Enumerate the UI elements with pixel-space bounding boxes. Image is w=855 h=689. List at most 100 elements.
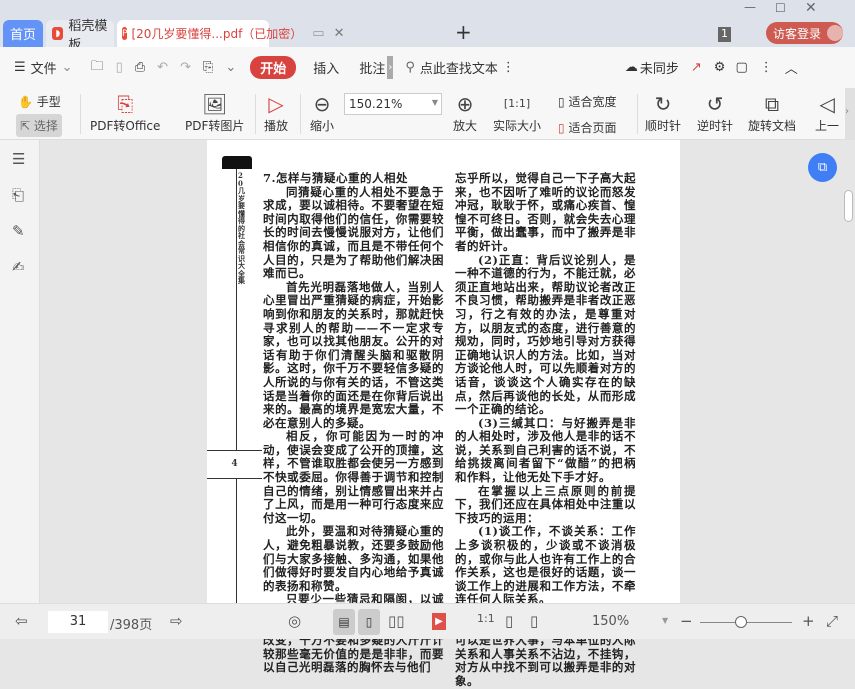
rotate-cw-icon: ↻ xyxy=(654,92,672,116)
fit-page-icon[interactable]: ▯ xyxy=(505,612,513,630)
maximize-button[interactable]: ☐ xyxy=(775,1,786,15)
prev-page-icon[interactable]: ⇦ xyxy=(15,612,28,630)
pdf-to-office-button[interactable]: ⎘ PDF转Office xyxy=(90,91,160,134)
vertical-scrollbar[interactable] xyxy=(844,190,853,222)
ribbon-scroll-right[interactable]: › xyxy=(845,88,855,140)
label: 缩小 xyxy=(310,119,335,133)
two-page-view-icon[interactable]: ▯▯ xyxy=(388,612,405,630)
new-tab-button[interactable]: + xyxy=(455,20,472,44)
pdf-to-image-button[interactable]: 🖼 PDF转图片 xyxy=(185,91,244,134)
ribbon: ✋ 手型 ⇱ 选择 ⎘ PDF转Office 🖼 PDF转图片 ▷ 播放 ⊖ 缩小 15… xyxy=(0,88,855,140)
cloud-icon[interactable]: ☁ xyxy=(625,60,638,75)
signature-icon[interactable]: ✍ xyxy=(12,258,25,276)
play-button[interactable]: ▷ 播放 xyxy=(264,91,288,134)
tab-start[interactable]: 开始 xyxy=(250,56,297,79)
tab-templates[interactable]: ◗ 稻壳模板 xyxy=(46,19,114,53)
page-input[interactable]: 31 xyxy=(48,611,108,633)
paragraph: 同猜疑心重的人相处不要急于求成，要以诚相待。不要奢望在短时间内取得他们的信任，你… xyxy=(263,184,444,281)
tab-home[interactable]: 首页 xyxy=(3,20,43,47)
single-page-view-button[interactable]: ▤ xyxy=(333,609,355,635)
sync-status[interactable]: 未同步 xyxy=(640,58,679,77)
next-page-icon[interactable]: ⇨ xyxy=(170,612,183,630)
more-quick-icon[interactable]: ⌄ xyxy=(225,60,236,75)
rotate-cw-button[interactable]: ↻ 顺时针 xyxy=(645,91,681,134)
zoom-level[interactable]: 150% xyxy=(592,614,629,629)
zoom-in-button[interactable]: ⊕ 放大 xyxy=(453,91,477,134)
paragraph: (2)正直：背后议论别人，是一种不道德的行为，不能迁就，必须正直地站出来，帮助议… xyxy=(455,252,636,417)
pin-icon[interactable]: ▭ xyxy=(312,26,324,41)
chevron-down-icon[interactable]: ⌄ xyxy=(62,60,73,75)
rotate-doc-button[interactable]: ⧉ 旋转文档 xyxy=(748,91,796,134)
zoom-value: 150.21% xyxy=(349,97,403,111)
window-count-badge[interactable]: 1 xyxy=(718,27,731,42)
pdf-page: 20几岁要懂得的社会常识大全集 4 7.怎样与猜疑心重的人相处 同猜疑心重的人相… xyxy=(207,140,680,688)
more-vert-icon[interactable]: ⋮ xyxy=(760,60,773,75)
prev-page-button[interactable]: ◁ 上一 xyxy=(815,91,839,134)
play-slideshow-button[interactable]: ▶ xyxy=(432,613,446,630)
fit-width-button[interactable]: ▯ 适合宽度 xyxy=(558,93,616,110)
tab-bar: 首页 ◗ 稻壳模板 P [20几岁要懂得...pdf（已加密） ▭ ✕ + 1 访客登录… xyxy=(0,0,855,53)
comment-icon[interactable]: ▢ xyxy=(735,60,747,75)
tab-insert[interactable]: 插入 xyxy=(313,58,339,77)
select-tool[interactable]: ⇱ 选择 xyxy=(16,114,62,137)
export-icon[interactable]: ⎘ xyxy=(203,60,213,75)
hand-tool[interactable]: ✋ 手型 xyxy=(18,93,61,110)
page-number: 4 xyxy=(231,459,238,469)
file-menu[interactable]: 文件 xyxy=(31,58,57,77)
image-icon: 🖼 xyxy=(202,92,228,116)
share-icon[interactable]: ↗ xyxy=(691,60,702,75)
label: 顺时针 xyxy=(645,119,682,133)
login-button[interactable]: 访客登录 xyxy=(766,22,843,44)
paragraph: (1)谈工作，不谈关系：工作上多谈积极的，少谈或不谈消极的，或你与此人也许有工作… xyxy=(455,524,636,607)
fit-width-icon: ▯ xyxy=(558,95,565,109)
docer-icon: ◗ xyxy=(52,27,64,40)
floating-translate-button[interactable]: ⧉ xyxy=(808,153,837,182)
label: 播放 xyxy=(264,119,289,133)
minimize-button[interactable]: — xyxy=(744,0,756,14)
annotation-icon[interactable]: ✎ xyxy=(12,222,25,240)
fit-page-icon: ▯ xyxy=(558,121,565,135)
continuous-view-button[interactable]: ▯ xyxy=(358,609,380,635)
fit-page-button[interactable]: ▯ 适合页面 xyxy=(558,119,616,136)
actual-size-icon[interactable]: 1:1 xyxy=(477,612,495,625)
zoom-out-button[interactable]: ⊖ 缩小 xyxy=(310,91,334,134)
status-bar: ⇦ 31 /398页 ⇨ ◎ ▤ ▯ ▯▯ ▶ 1:1 ▯ ▯ 150% ▼ −… xyxy=(0,603,855,639)
tab-document[interactable]: P [20几岁要懂得...pdf（已加密） ▭ ✕ xyxy=(117,20,345,47)
collapse-icon[interactable]: ︿ xyxy=(785,58,798,77)
zoom-dropdown-icon[interactable]: ▼ xyxy=(662,616,668,625)
redo-icon[interactable]: ↷ xyxy=(180,60,191,75)
close-window-button[interactable]: ✕ xyxy=(805,0,817,16)
zoom-select[interactable]: 150.21% ▼ xyxy=(344,93,442,115)
close-tab-icon[interactable]: ✕ xyxy=(334,26,345,41)
fullscreen-icon[interactable]: ⤢ xyxy=(826,612,838,630)
left-sidebar: ☰ ⎗ ✎ ✍ xyxy=(0,140,40,603)
undo-icon[interactable]: ↶ xyxy=(157,60,168,75)
outline-icon[interactable]: ☰ xyxy=(12,150,25,168)
zoom-in-button[interactable]: + xyxy=(802,612,815,630)
label: 逆时针 xyxy=(697,119,734,133)
scroll-right-icon[interactable]: › xyxy=(387,56,394,79)
eye-protection-icon[interactable]: ◎ xyxy=(288,612,301,630)
open-icon[interactable]: 🗀 xyxy=(91,57,104,79)
label: 适合页面 xyxy=(568,121,617,135)
search-box[interactable]: 点此查找文本 xyxy=(420,58,498,77)
tab-annotate[interactable]: 批注 xyxy=(359,58,385,77)
actual-size-button[interactable]: [1:1] 实际大小 xyxy=(493,91,541,134)
pdf-icon: P xyxy=(122,27,128,40)
fit-width-icon[interactable]: ▯ xyxy=(530,612,538,630)
thumbnail-icon[interactable]: ⎗ xyxy=(12,186,24,204)
search-icon[interactable]: ⚲ xyxy=(405,60,415,75)
paragraph: (3)三缄其口：与好搬弄是非的人相处时，涉及他人是非的话不说，关系到自己利害的话… xyxy=(455,415,636,485)
rotate-ccw-button[interactable]: ↺ 逆时针 xyxy=(697,91,733,134)
book-logo xyxy=(222,156,252,169)
zoom-out-button[interactable]: − xyxy=(680,612,693,630)
avatar-icon xyxy=(827,25,843,41)
side-title: 20几岁要懂得的社会常识大全集 xyxy=(238,171,245,285)
save-icon[interactable]: ▯ xyxy=(116,60,123,75)
zoom-slider-handle[interactable] xyxy=(735,616,748,628)
print-icon[interactable]: ⎙ xyxy=(135,60,145,75)
menu-icon[interactable]: ☰ xyxy=(14,60,26,75)
gear-icon[interactable]: ⚙ xyxy=(714,60,726,75)
more-icon[interactable]: ⋮ xyxy=(502,60,515,75)
label: PDF转图片 xyxy=(185,119,245,133)
